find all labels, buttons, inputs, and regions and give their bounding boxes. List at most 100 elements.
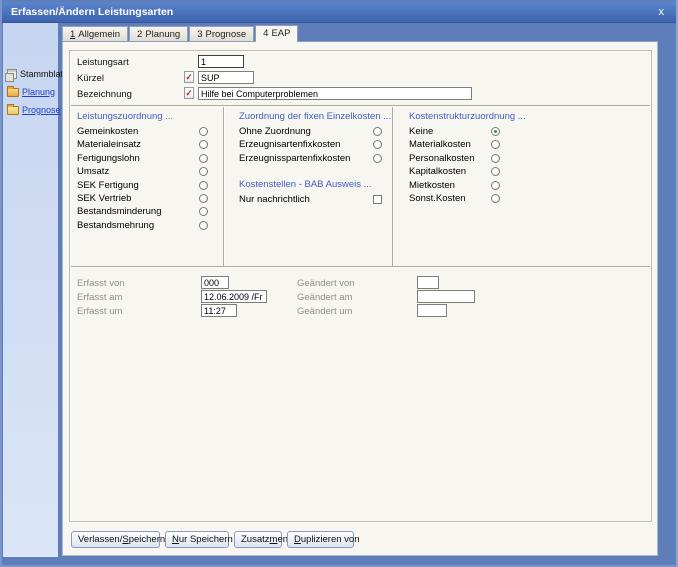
- geaendert-um-label: Geändert um: [297, 306, 352, 318]
- sidebar-item-label[interactable]: Prognose: [22, 105, 61, 115]
- duplizieren-von-button[interactable]: Duplizieren von: [287, 531, 354, 548]
- radio-sek-fertigung[interactable]: [199, 181, 208, 190]
- geaendert-um-input[interactable]: [417, 304, 447, 317]
- radio-sonst-kosten[interactable]: [491, 194, 500, 203]
- option-row: Kapitalkosten: [409, 165, 569, 178]
- option-label: Personalkosten: [409, 152, 474, 165]
- radio-ohne-zuordnung[interactable]: [373, 127, 382, 136]
- verlassen-speichern-button[interactable]: Verlassen/Speichern: [71, 531, 160, 548]
- group-fixe-einzelkosten: Zuordnung der fixen Einzelkosten ... Ohn…: [239, 110, 389, 207]
- button-mnemonic: N: [172, 534, 179, 545]
- tab-eap[interactable]: 4EAP: [255, 25, 298, 42]
- geaendert-von-input[interactable]: [417, 276, 439, 289]
- option-row: Nur nachrichtlich: [239, 193, 389, 206]
- dialog-erfassen-aendern-leistungsarten: Erfassen/Ändern Leistungsarten x Stammbl…: [0, 0, 678, 567]
- option-row: Keine: [409, 125, 569, 138]
- option-row: SEK Vertrieb: [77, 192, 217, 205]
- option-row: Umsatz: [77, 165, 217, 178]
- option-row: Sonst.Kosten: [409, 192, 569, 205]
- required-check-icon[interactable]: ✓: [184, 71, 194, 83]
- divider: [71, 105, 650, 107]
- tab-mnemonic: 1: [70, 29, 75, 40]
- radio-personalkosten[interactable]: [491, 154, 500, 163]
- erfasst-am-input[interactable]: [201, 290, 267, 303]
- option-row: Erzeugnisartenfixkosten: [239, 138, 389, 151]
- tab-prognose[interactable]: 3Prognose: [189, 26, 254, 42]
- radio-erzeugnisartenfixkosten[interactable]: [373, 140, 382, 149]
- button-text: Zusatz: [241, 534, 270, 545]
- option-label: Nur nachrichtlich: [239, 193, 310, 206]
- geaendert-am-input[interactable]: [417, 290, 475, 303]
- radio-fertigungslohn[interactable]: [199, 154, 208, 163]
- button-text: ur Speichern: [179, 534, 233, 545]
- option-label: Bestandsmehrung: [77, 219, 154, 232]
- group-header: Kostenstellen - BAB Ausweis ...: [239, 178, 389, 193]
- option-label: SEK Fertigung: [77, 179, 139, 192]
- nur-speichern-button[interactable]: Nur Speichern: [165, 531, 229, 548]
- column-divider: [223, 107, 225, 266]
- close-icon[interactable]: x: [659, 2, 665, 22]
- sidebar-item-stammblatt[interactable]: Stammblatt: [7, 67, 58, 80]
- bezeichnung-input[interactable]: [198, 87, 472, 100]
- erfasst-von-input[interactable]: [201, 276, 229, 289]
- radio-kapitalkosten[interactable]: [491, 167, 500, 176]
- sidebar-item-label[interactable]: Planung: [22, 87, 55, 97]
- kuerzel-input[interactable]: [198, 71, 254, 84]
- option-label: Umsatz: [77, 165, 109, 178]
- tab-mnemonic: 4: [263, 28, 268, 39]
- button-text: Verlassen/: [78, 534, 122, 545]
- radio-bestandsmehrung[interactable]: [199, 221, 208, 230]
- radio-bestandsminderung[interactable]: [199, 207, 208, 216]
- option-label: Erzeugnisspartenfixkosten: [239, 152, 350, 165]
- group-kostenstruktur: Kostenstrukturzuordnung ... Keine Materi…: [409, 110, 569, 205]
- option-label: SEK Vertrieb: [77, 192, 131, 205]
- sidebar-item-prognose[interactable]: Prognose: [7, 103, 58, 116]
- option-label: Erzeugnisartenfixkosten: [239, 138, 340, 151]
- sidebar-item-planung[interactable]: Planung: [7, 85, 58, 98]
- radio-umsatz[interactable]: [199, 167, 208, 176]
- titlebar[interactable]: Erfassen/Ändern Leistungsarten x: [2, 2, 676, 23]
- tab-label: Planung: [145, 29, 180, 40]
- zusatzmenu-button[interactable]: Zusatzmenü: [234, 531, 282, 548]
- button-text: uplizieren von: [301, 534, 360, 545]
- option-row: Materialkosten: [409, 138, 569, 151]
- required-check-icon[interactable]: ✓: [184, 87, 194, 99]
- erfasst-um-input[interactable]: [201, 304, 237, 317]
- radio-gemeinkosten[interactable]: [199, 127, 208, 136]
- tab-mnemonic: 3: [197, 29, 202, 40]
- geaendert-von-label: Geändert von: [297, 278, 355, 290]
- sidebar: Stammblatt Planung Prognose: [3, 23, 58, 557]
- folder-icon: [7, 88, 19, 97]
- leistungsart-input[interactable]: [198, 55, 244, 68]
- option-label: Kapitalkosten: [409, 165, 466, 178]
- option-label: Mietkosten: [409, 179, 455, 192]
- option-row: Erzeugnisspartenfixkosten: [239, 152, 389, 165]
- option-row: Gemeinkosten: [77, 125, 217, 138]
- erfasst-am-label: Erfasst am: [77, 292, 122, 304]
- tab-label: Prognose: [205, 29, 246, 40]
- tab-page-eap: Leistungsart Kürzel ✓ Bezeichnung ✓ Leis…: [62, 41, 658, 556]
- option-label: Keine: [409, 125, 433, 138]
- group-leistungszuordnung: Leistungszuordnung ... Gemeinkosten Mate…: [77, 110, 217, 232]
- radio-sek-vertrieb[interactable]: [199, 194, 208, 203]
- geaendert-am-label: Geändert am: [297, 292, 352, 304]
- option-row: Personalkosten: [409, 152, 569, 165]
- tab-planung[interactable]: 2Planung: [129, 26, 188, 42]
- option-label: Bestandsminderung: [77, 205, 162, 218]
- radio-mietkosten[interactable]: [491, 181, 500, 190]
- tab-allgemein[interactable]: 1Allgemein: [62, 26, 128, 42]
- erfasst-um-label: Erfasst um: [77, 306, 122, 318]
- checkbox-nur-nachrichtlich[interactable]: [373, 195, 382, 204]
- tab-label: EAP: [271, 28, 290, 39]
- radio-erzeugnisspartenfixkosten[interactable]: [373, 154, 382, 163]
- tab-label: Allgemein: [78, 29, 120, 40]
- group-header: Kostenstrukturzuordnung ...: [409, 110, 569, 125]
- group-header: Zuordnung der fixen Einzelkosten ...: [239, 110, 389, 125]
- window-title: Erfassen/Ändern Leistungsarten: [11, 6, 173, 18]
- radio-materialkosten[interactable]: [491, 140, 500, 149]
- radio-keine[interactable]: [491, 127, 500, 136]
- radio-materialeinsatz[interactable]: [199, 140, 208, 149]
- option-row: Bestandsmehrung: [77, 219, 217, 232]
- leistungsart-label: Leistungsart: [77, 57, 129, 69]
- option-label: Fertigungslohn: [77, 152, 140, 165]
